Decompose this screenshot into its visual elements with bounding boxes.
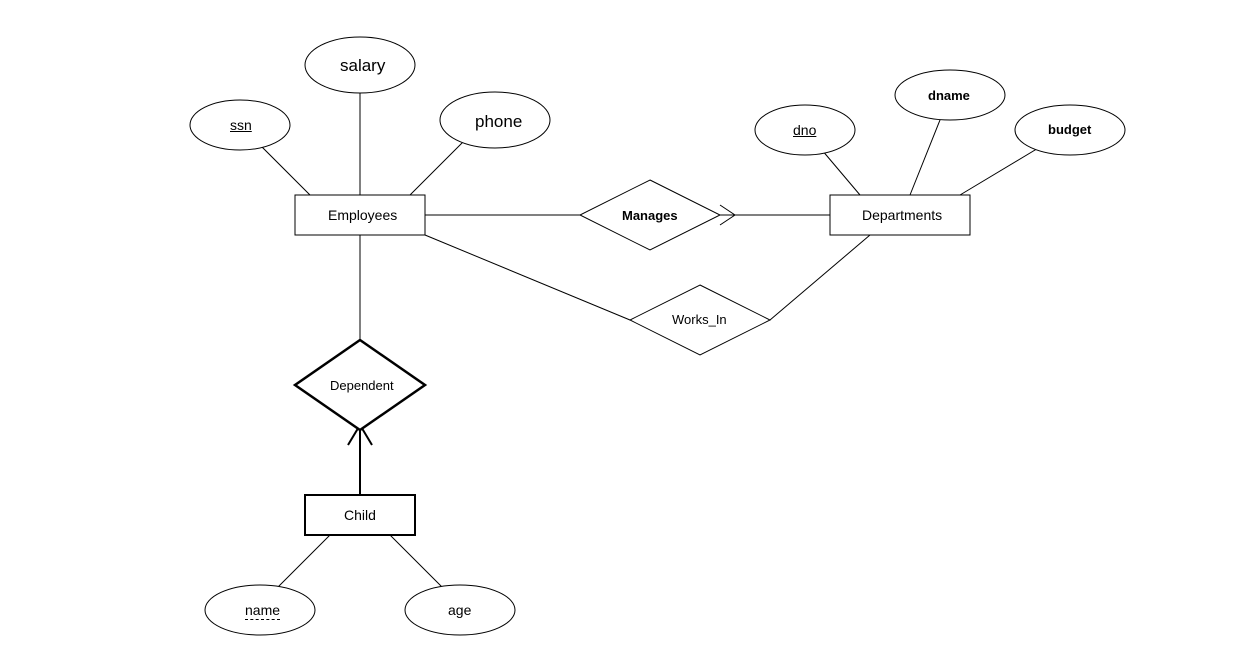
label-dname: dname — [928, 88, 970, 103]
label-phone: phone — [475, 112, 522, 132]
label-salary: salary — [340, 56, 385, 76]
label-manages: Manages — [622, 208, 678, 223]
label-dependent: Dependent — [330, 378, 394, 393]
er-diagram — [0, 0, 1244, 672]
label-departments: Departments — [862, 207, 942, 223]
label-child: Child — [344, 507, 376, 523]
label-works-in: Works_In — [672, 312, 727, 327]
label-age: age — [448, 602, 471, 618]
label-budget: budget — [1048, 122, 1091, 137]
label-name: name — [245, 602, 280, 620]
label-ssn: ssn — [230, 117, 252, 133]
label-dno: dno — [793, 122, 816, 138]
label-employees: Employees — [328, 207, 397, 223]
